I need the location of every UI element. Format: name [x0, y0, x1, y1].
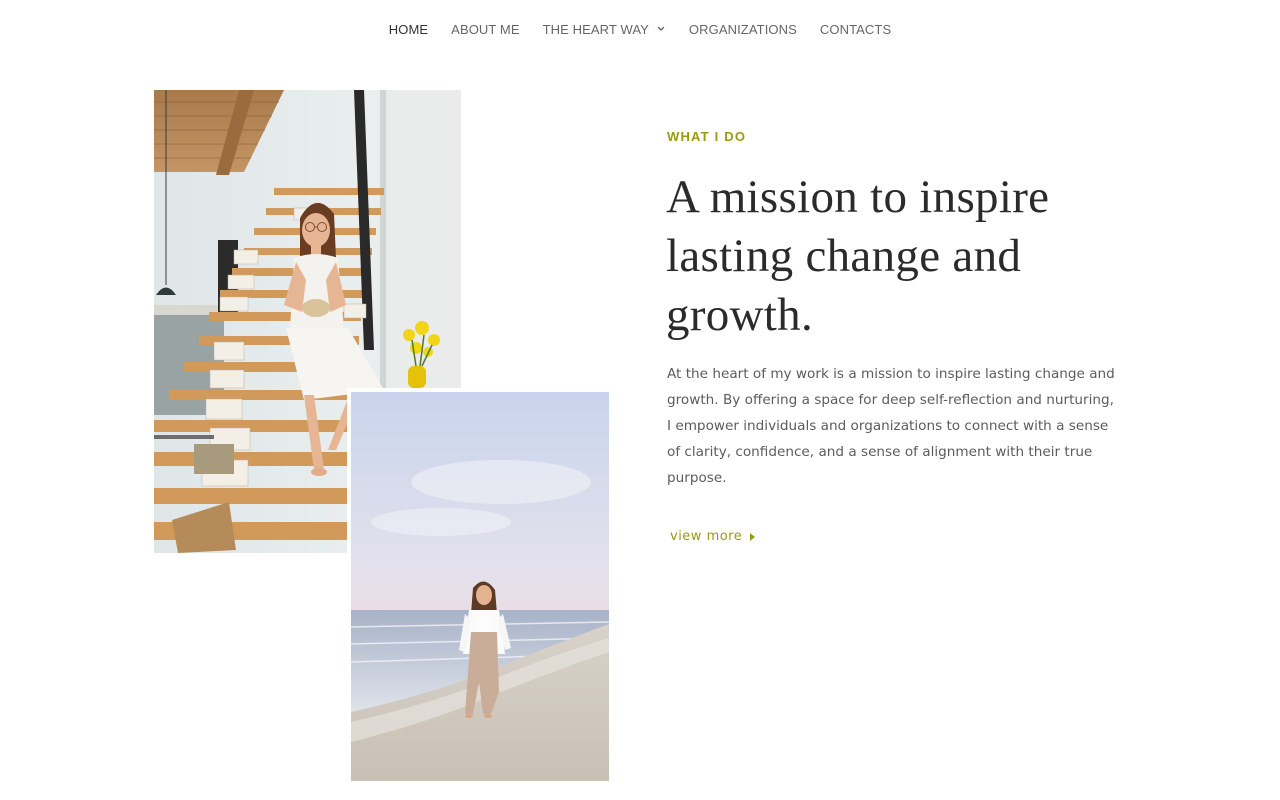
section-eyebrow: WHAT I DO: [667, 129, 747, 144]
nav-item-about-me[interactable]: ABOUT ME: [451, 22, 519, 37]
nav-item-organizations[interactable]: ORGANIZATIONS: [689, 22, 797, 37]
beach-walk-image: [347, 388, 613, 785]
nav-item-home-label: HOME: [388, 21, 429, 37]
section-headline: A mission to inspire lasting change and …: [666, 171, 1050, 341]
nav-item-the-heart-way[interactable]: THE HEART WAY: [543, 22, 666, 37]
chevron-down-icon[interactable]: [656, 24, 666, 34]
view-more-link[interactable]: view more: [670, 529, 756, 544]
nav-item-contacts[interactable]: CONTACTS: [820, 22, 891, 37]
view-more-label: view more: [670, 529, 743, 544]
main-navigation: HOME ABOUT ME THE HEART WAY ORGANIZATION…: [0, 0, 1280, 60]
nav-item-about-me-label: ABOUT ME: [451, 21, 520, 37]
caret-right-icon: [750, 533, 756, 541]
nav-item-the-heart-way-label: THE HEART WAY: [542, 21, 649, 37]
section-body-text: At the heart of my work is a mission to …: [667, 366, 1115, 486]
nav-item-home[interactable]: HOME: [389, 22, 428, 37]
nav-item-contacts-label: CONTACTS: [819, 21, 892, 37]
nav-item-organizations-label: ORGANIZATIONS: [688, 21, 797, 37]
nav-menu: HOME ABOUT ME THE HEART WAY ORGANIZATION…: [389, 22, 891, 37]
